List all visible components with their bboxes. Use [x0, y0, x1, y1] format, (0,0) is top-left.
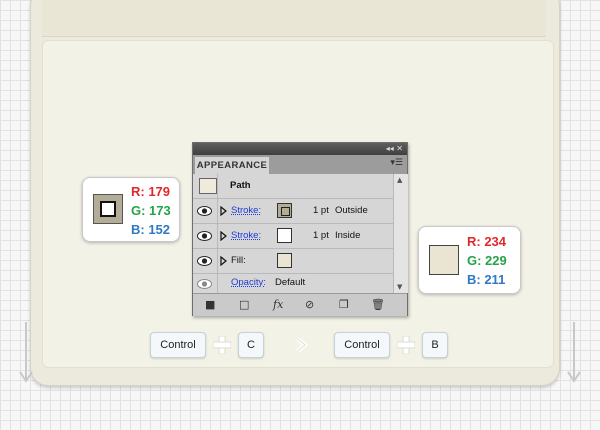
eye-icon[interactable]: [197, 231, 212, 241]
blue-value: B: 211: [467, 272, 506, 287]
stroke-align: Outside: [335, 205, 368, 216]
expand-triangle-icon[interactable]: [220, 206, 227, 216]
chevron-right-icon: [296, 338, 308, 352]
stroke-color-swatch-box: R: 179 G: 173 B: 152: [82, 177, 180, 242]
down-arrow-icon: [19, 322, 33, 383]
duplicate-item-icon[interactable]: ❐: [339, 298, 349, 311]
eye-icon[interactable]: [197, 279, 212, 289]
fx-icon[interactable]: fx: [273, 298, 283, 311]
stroke-weight: 1 pt: [313, 205, 329, 216]
eye-icon[interactable]: [197, 206, 212, 216]
fill-label: Fill:: [231, 255, 246, 266]
stroke-swatch-inside[interactable]: [277, 228, 292, 243]
eye-icon[interactable]: [197, 256, 212, 266]
card-header: [42, 0, 546, 37]
b-key: B: [422, 332, 448, 358]
opacity-value: Default: [275, 277, 306, 288]
fill-color-swatch: [429, 245, 459, 275]
fill-toggle-icon[interactable]: □: [239, 298, 249, 311]
panel-menu-icon[interactable]: ▾☰: [390, 158, 403, 168]
tab-appearance[interactable]: APPEARANCE: [195, 157, 269, 174]
path-thumbnail: [199, 178, 217, 194]
green-value: G: 229: [467, 253, 507, 268]
stroke-weight: 1 pt: [313, 230, 329, 241]
clear-appearance-icon[interactable]: ⊘: [305, 298, 314, 311]
collapse-close-icon[interactable]: ◂◂ ✕: [386, 143, 403, 155]
stroke-label-link[interactable]: Stroke:: [231, 230, 261, 241]
c-key: C: [238, 332, 264, 358]
control-key: Control: [334, 332, 390, 358]
red-value: R: 179: [131, 184, 171, 199]
scroll-down-icon[interactable]: ▼: [397, 283, 402, 291]
opacity-label-link[interactable]: Opacity:: [231, 277, 266, 288]
appearance-panel: ◂◂ ✕ APPEARANCE ▾☰ Path Stroke: 1 pt Out…: [192, 142, 408, 316]
path-row[interactable]: Path: [193, 174, 393, 199]
blue-value: B: 152: [131, 222, 171, 237]
stroke-inside-row[interactable]: Stroke: 1 pt Inside: [193, 224, 393, 249]
stroke-color-swatch: [93, 194, 123, 224]
stroke-swatch-outside[interactable]: [277, 203, 292, 218]
opacity-row[interactable]: Opacity: Default: [193, 274, 393, 293]
stroke-label-link[interactable]: Stroke:: [231, 205, 261, 216]
stroke-toggle-icon[interactable]: ■: [205, 298, 215, 311]
control-key: Control: [150, 332, 206, 358]
scroll-up-icon[interactable]: ▲: [397, 176, 402, 184]
stroke-outside-row[interactable]: Stroke: 1 pt Outside: [193, 199, 393, 224]
fill-row[interactable]: Fill:: [193, 249, 393, 274]
fill-swatch[interactable]: [277, 253, 292, 268]
panel-titlebar[interactable]: ◂◂ ✕: [193, 143, 407, 155]
down-arrow-icon: [567, 322, 581, 383]
red-value: R: 234: [467, 234, 507, 249]
trash-icon[interactable]: 🗑: [371, 298, 385, 311]
fill-color-swatch-box: R: 234 G: 229 B: 211: [418, 226, 521, 294]
plus-icon: [397, 336, 415, 354]
green-value: G: 173: [131, 203, 171, 218]
stroke-align: Inside: [335, 230, 361, 241]
plus-icon: [213, 336, 231, 354]
expand-triangle-icon[interactable]: [220, 256, 227, 266]
panel-scrollbar[interactable]: ▲ ▼: [393, 174, 408, 293]
expand-triangle-icon[interactable]: [220, 231, 227, 241]
panel-bottom-bar: ■ □ fx ⊘ ❐ 🗑: [193, 293, 407, 316]
path-label: Path: [230, 180, 251, 191]
